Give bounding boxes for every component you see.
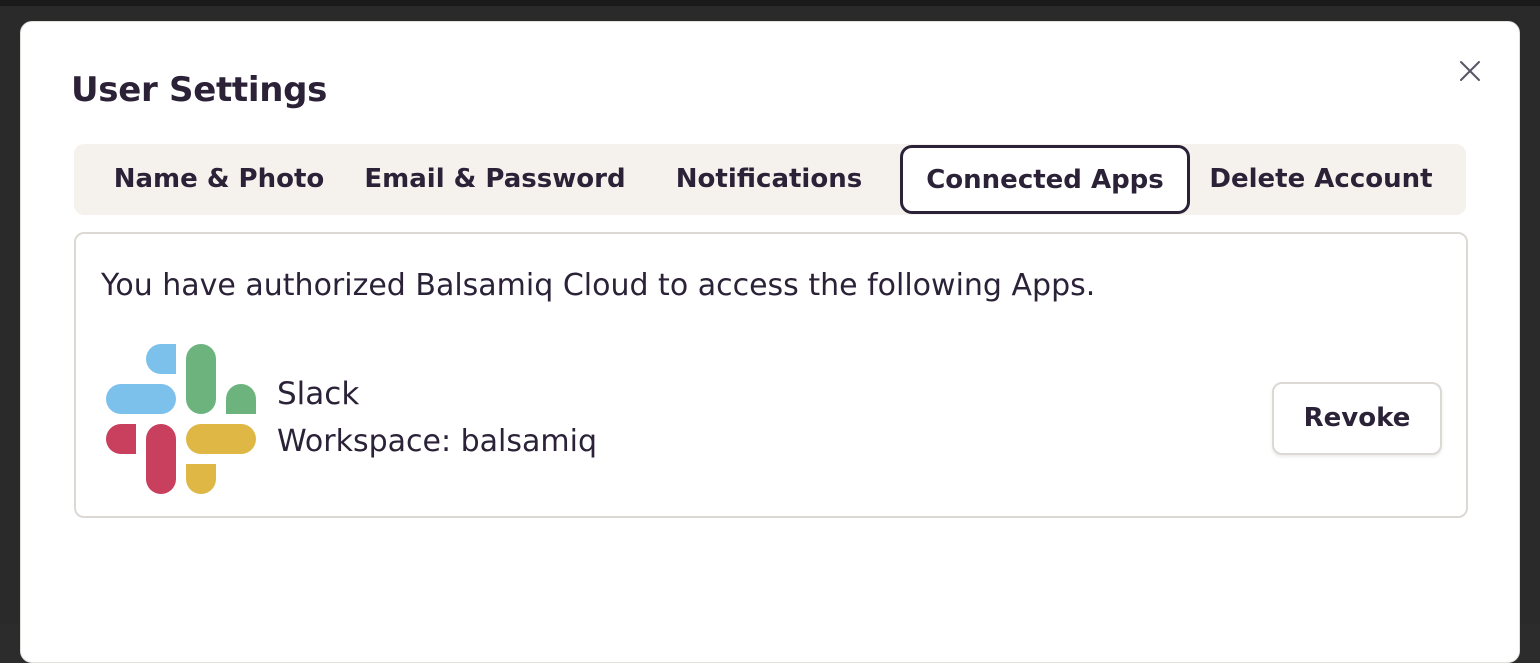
tab-connected-apps[interactable]: Connected Apps xyxy=(900,145,1190,214)
connected-apps-intro: You have authorized Balsamiq Cloud to ac… xyxy=(101,268,1096,303)
app-name: Slack xyxy=(277,376,360,412)
user-settings-dialog: User Settings Name & Photo Email & Passw… xyxy=(20,21,1520,663)
revoke-button[interactable]: Revoke xyxy=(1272,382,1442,455)
settings-tab-bar: Name & Photo Email & Password Notificati… xyxy=(74,144,1466,215)
tab-notifications[interactable]: Notifications xyxy=(669,144,869,215)
tab-name-photo[interactable]: Name & Photo xyxy=(104,144,334,215)
backdrop-top-edge xyxy=(0,0,1540,6)
slack-logo-icon xyxy=(106,344,256,494)
tab-email-password[interactable]: Email & Password xyxy=(359,144,631,215)
close-button[interactable] xyxy=(1457,58,1483,84)
dialog-title: User Settings xyxy=(71,70,328,110)
connected-apps-panel: You have authorized Balsamiq Cloud to ac… xyxy=(74,232,1468,518)
app-workspace: Workspace: balsamiq xyxy=(277,424,597,459)
tab-delete-account[interactable]: Delete Account xyxy=(1206,144,1436,215)
close-icon xyxy=(1460,61,1480,81)
